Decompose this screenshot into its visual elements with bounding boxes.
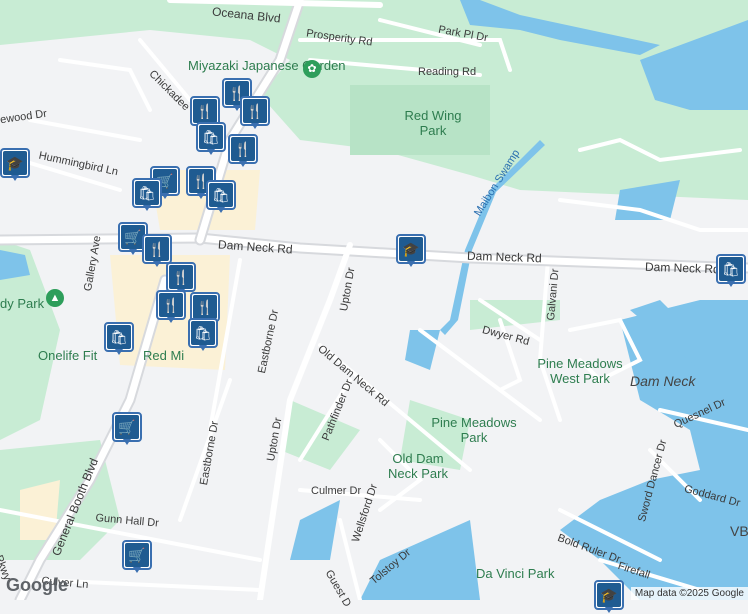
park-label-miyazaki-japanese-garden: Miyazaki Japanese Garden (188, 58, 346, 73)
park-label-onelife-fit: Onelife Fit (38, 348, 98, 363)
park-areas (0, 0, 748, 560)
area-label-dam-neck: Dam Neck (630, 373, 696, 389)
school-icon[interactable]: 🎓 (0, 148, 30, 182)
map-attribution[interactable]: Map data ©2025 Google (630, 587, 748, 600)
restaurant-icon[interactable]: 🍴 (240, 96, 270, 130)
school-icon[interactable]: 🎓 (396, 234, 426, 268)
park-label-red-mi: Red Mi (143, 348, 185, 363)
shopping-bag-icon[interactable]: 🛍 (104, 322, 134, 356)
map-canvas[interactable] (0, 0, 748, 600)
shopping-bag-icon[interactable]: 🛍 (716, 254, 746, 288)
pond-center (405, 330, 440, 370)
shopping-bag-icon[interactable]: 🛍 (196, 122, 226, 156)
road-label-dam-neck-rd-east: Dam Neck Rd (644, 259, 720, 277)
park-label-red-wing-park: Red Wing Park (404, 108, 462, 138)
park-label-da-vinci-park: Da Vinci Park (476, 566, 555, 581)
road-label-reading-rd: Reading Rd (418, 66, 477, 78)
park-marker-icon[interactable]: ✿ (303, 60, 321, 78)
park-label-pine-meadows-west-park: Pine Meadows West Park (537, 356, 623, 386)
google-logo: Google (6, 575, 68, 595)
school-icon[interactable]: 🎓 (594, 580, 624, 614)
shopping-bag-icon[interactable]: 🛍 (206, 180, 236, 214)
restaurant-icon[interactable]: 🍴 (228, 134, 258, 168)
park-label-dy-park: dy Park (0, 296, 45, 311)
pond-sw (290, 500, 340, 560)
park-label-old-dam-neck-park: Old Dam Neck Park (388, 451, 448, 481)
shopping-cart-icon[interactable]: 🛒 (122, 540, 152, 574)
restaurant-icon[interactable]: 🍴 (156, 290, 186, 324)
road-label-dam-neck-rd-center: Dam Neck Rd (466, 248, 542, 266)
shopping-bag-icon[interactable]: 🛍 (188, 318, 218, 352)
shopping-cart-icon[interactable]: 🛒 (112, 412, 142, 446)
road-label-culmer-dr: Culmer Dr (311, 485, 362, 497)
area-label-vb: VB (730, 523, 748, 539)
lake-south (360, 520, 480, 600)
park-marker-icon[interactable]: ▲ (46, 289, 64, 307)
shopping-bag-icon[interactable]: 🛍 (132, 178, 162, 212)
park-label-pine-meadows-park: Pine Meadows Park (431, 415, 517, 445)
park-label-miyazaki-text: Miyazaki Japanese Garden (188, 58, 346, 73)
